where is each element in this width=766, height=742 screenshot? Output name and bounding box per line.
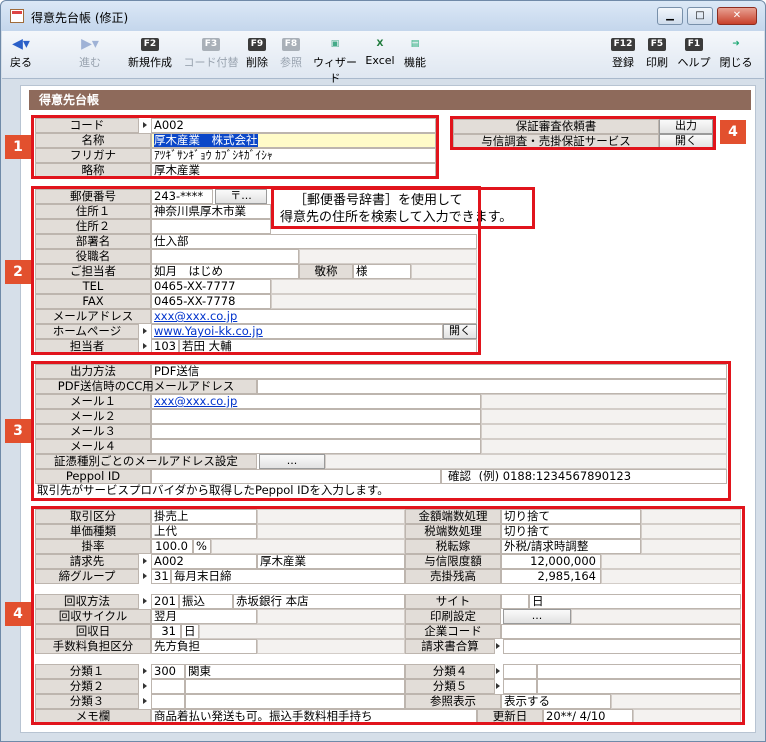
- function-icon: ▤: [410, 39, 420, 49]
- toolbar: ◀▾ 戻る ▶▾ 進む F2 新規作成 F3 コード付替 F9 削除 F8 参照 ▣ ウィザー…: [2, 31, 764, 85]
- highlight-box-1: [31, 115, 439, 179]
- exit-icon: ➜: [732, 39, 740, 49]
- delete-button[interactable]: F9 削除: [242, 35, 272, 75]
- print-button[interactable]: F5 印刷: [642, 35, 672, 75]
- highlight-box-2: [31, 186, 481, 355]
- close-window-button[interactable]: ✕: [717, 7, 757, 25]
- maximize-button[interactable]: □: [687, 7, 713, 25]
- highlight-box-4: [31, 506, 745, 725]
- section-header: 得意先台帳: [29, 90, 751, 110]
- app-window: 得意先台帳 (修正) ▁ □ ✕ ◀▾ 戻る ▶▾ 進む F2 新規作成 F3 コード付…: [0, 0, 766, 742]
- highlight-box-guarantee: [450, 116, 716, 150]
- ledger-app-icon: [10, 9, 24, 23]
- back-button[interactable]: ◀▾ 戻る: [6, 35, 36, 75]
- badge-4-guarantee: 4: [720, 120, 746, 144]
- close-button[interactable]: ➜ 閉じる: [718, 35, 754, 75]
- title-bar: 得意先台帳 (修正) ▁ □ ✕: [1, 1, 765, 31]
- window-title: 得意先台帳 (修正): [31, 11, 129, 25]
- function-button[interactable]: ▤ 機能: [400, 35, 430, 75]
- wizard-button[interactable]: ▣ ウィザード: [310, 35, 360, 85]
- help-button[interactable]: F1 ヘルプ: [676, 35, 712, 75]
- excel-icon: X: [376, 39, 384, 49]
- badge-3: 3: [5, 419, 31, 443]
- wizard-icon: ▣: [330, 39, 340, 49]
- reference-button[interactable]: F8 参照: [276, 35, 306, 75]
- forward-arrow-icon: ▶▾: [81, 36, 99, 52]
- forward-button[interactable]: ▶▾ 進む: [70, 35, 110, 75]
- new-button[interactable]: F2 新規作成: [122, 35, 178, 75]
- badge-2: 2: [5, 260, 31, 284]
- back-arrow-icon: ◀▾: [12, 36, 30, 52]
- minimize-button[interactable]: ▁: [657, 7, 683, 25]
- code-change-button[interactable]: F3 コード付替: [182, 35, 240, 75]
- highlight-box-3: [31, 361, 731, 501]
- badge-1: 1: [5, 135, 31, 159]
- register-button[interactable]: F12 登録: [608, 35, 638, 75]
- badge-4: 4: [5, 602, 31, 626]
- excel-button[interactable]: X Excel: [364, 35, 396, 75]
